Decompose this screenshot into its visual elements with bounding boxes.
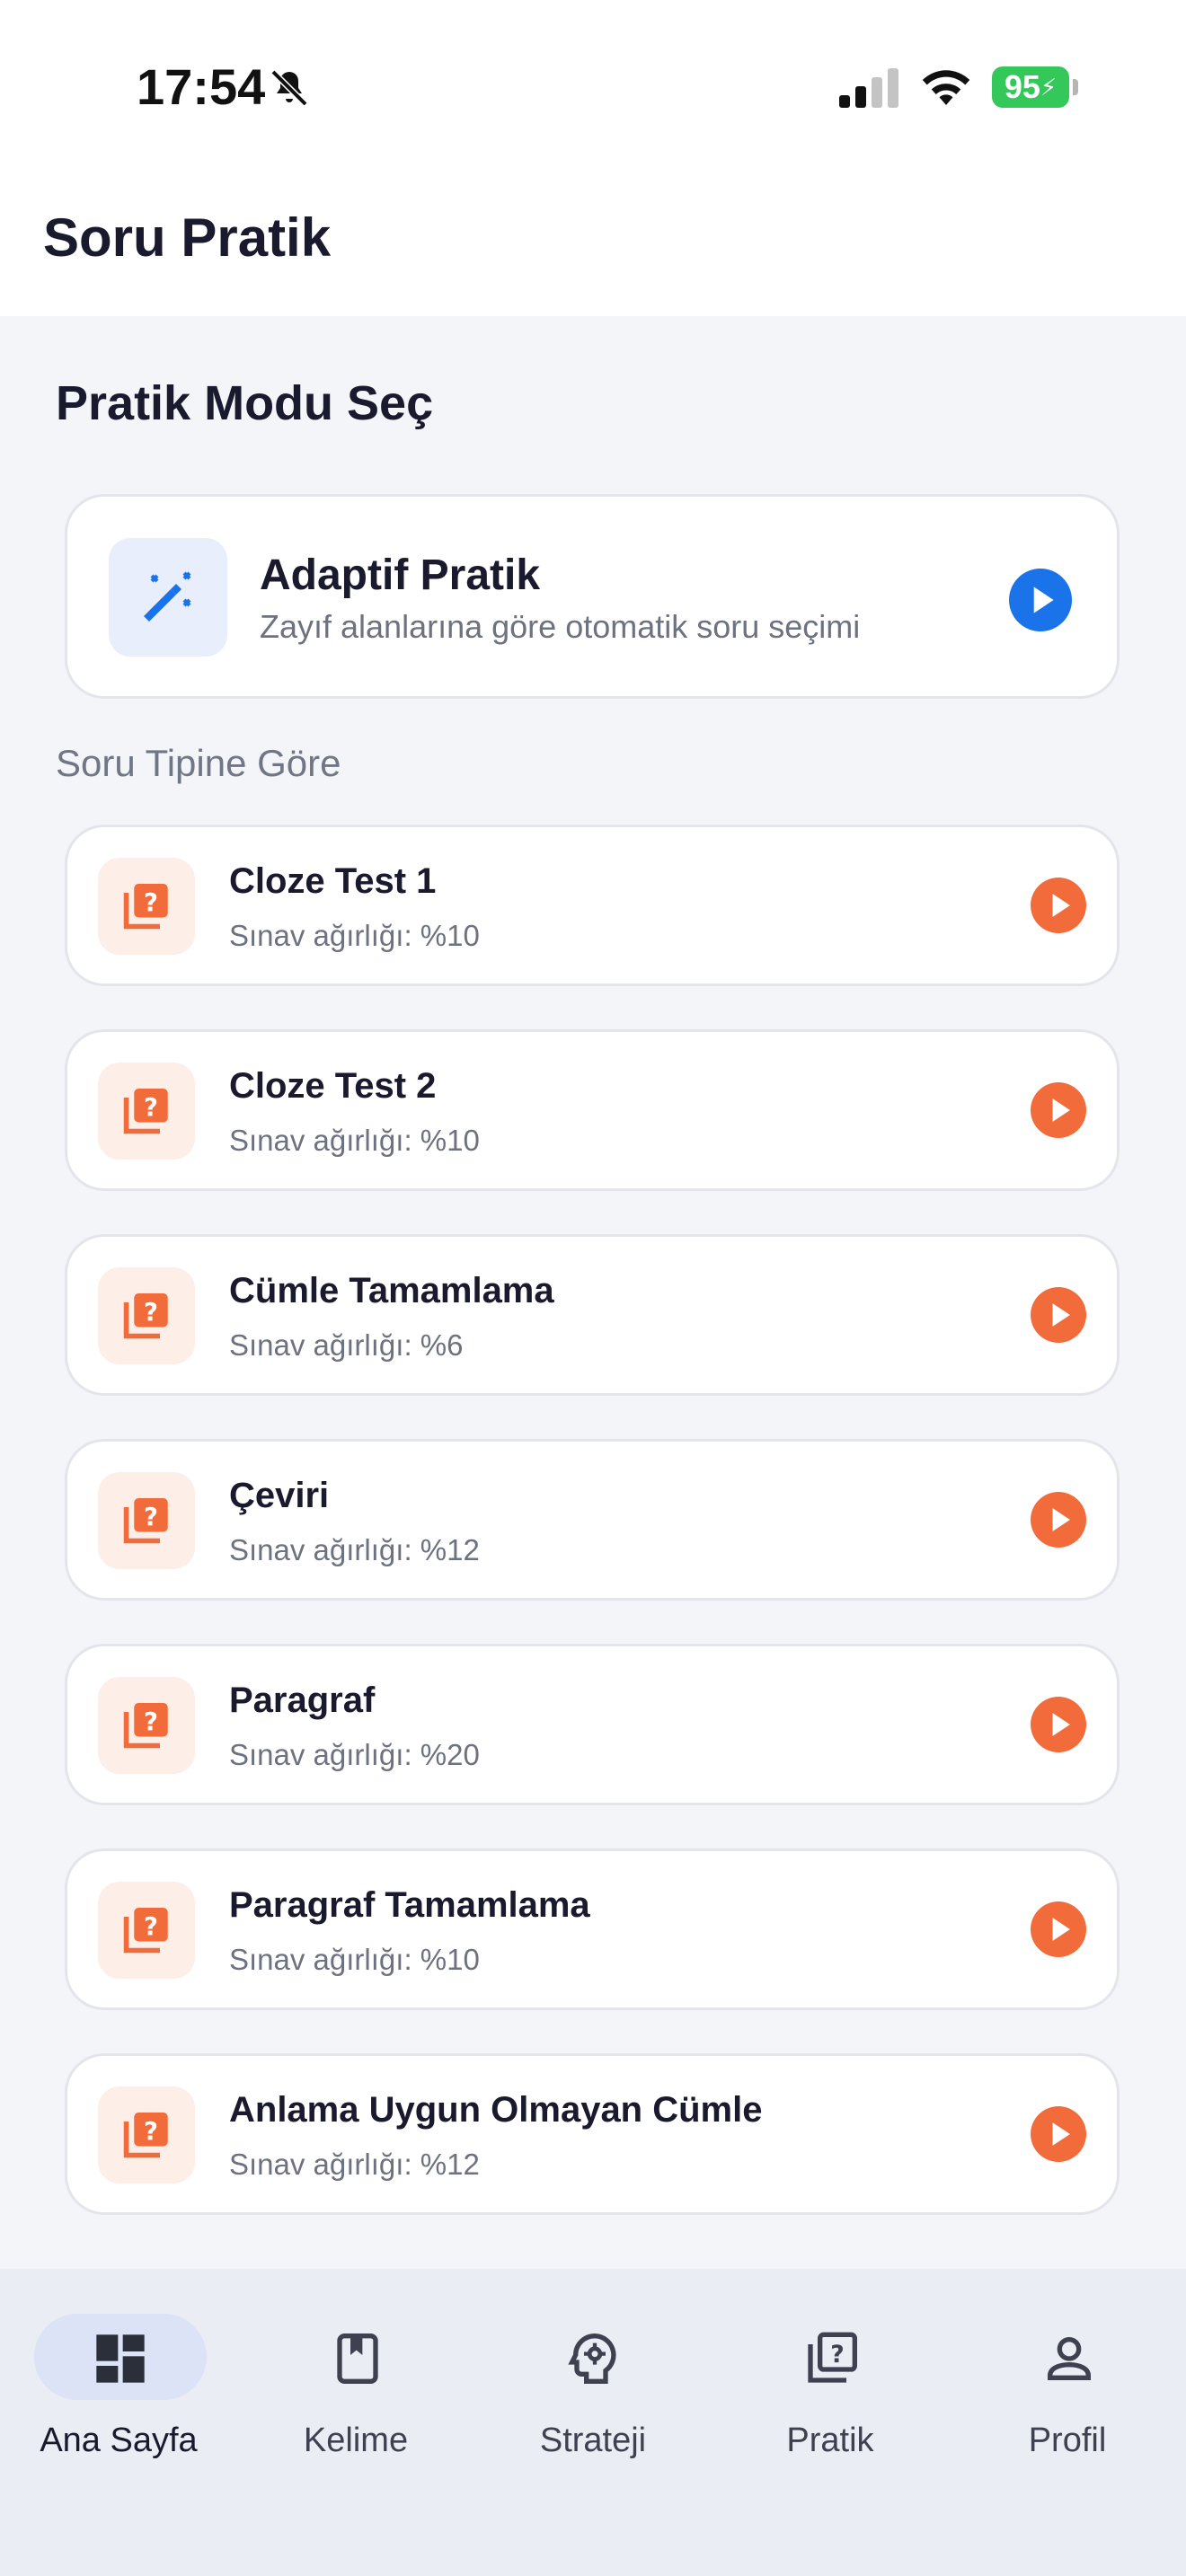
quiz-icon: ? xyxy=(123,884,168,930)
subsection-title: Soru Tipine Göre xyxy=(56,742,341,784)
nav-label: Profil xyxy=(1028,2422,1107,2459)
adaptive-title: Adaptif Pratik xyxy=(260,551,541,599)
svg-text:?: ? xyxy=(144,888,158,917)
play-icon[interactable] xyxy=(1031,1901,1086,1957)
practice-item[interactable]: ? Paragraf Tamamlama Sınav ağırlığı: %10 xyxy=(65,1848,1120,2010)
bolt-icon: ⚡ xyxy=(1040,73,1058,101)
svg-text:?: ? xyxy=(144,1298,158,1327)
wifi-icon xyxy=(922,70,970,105)
play-icon[interactable] xyxy=(1031,878,1086,933)
practice-item-title: Cümle Tamamlama xyxy=(229,1271,554,1310)
play-icon[interactable] xyxy=(1031,1082,1086,1138)
play-icon[interactable] xyxy=(1009,569,1072,631)
svg-text:?: ? xyxy=(830,2341,844,2369)
cellular-signal-icon xyxy=(839,68,898,108)
practice-item-weight: Sınav ağırlığı: %10 xyxy=(229,919,480,952)
quiz-icon-container: ? xyxy=(98,1677,195,1774)
svg-text:?: ? xyxy=(144,1503,158,1531)
play-icon[interactable] xyxy=(1031,1287,1086,1343)
nav-item-home[interactable]: Ana Sayfa xyxy=(11,2307,226,2477)
nav-item-kelime[interactable]: Kelime xyxy=(248,2307,464,2477)
quiz-icon-container: ? xyxy=(98,1267,195,1364)
play-icon[interactable] xyxy=(1031,1697,1086,1752)
quiz-icon-container: ? xyxy=(98,2086,195,2183)
nav-label: Pratik xyxy=(786,2422,874,2459)
quiz-icon-container: ? xyxy=(98,1063,195,1160)
play-icon[interactable] xyxy=(1031,2106,1086,2162)
bell-muted-icon xyxy=(270,69,308,107)
book-icon xyxy=(337,2333,378,2384)
app-header: Soru Pratik xyxy=(0,171,1186,316)
practice-item-weight: Sınav ağırlığı: %6 xyxy=(229,1328,464,1362)
bottom-nav: Ana Sayfa Kelime Strateji ? Pratik Profi… xyxy=(0,2269,1186,2576)
status-bar: 17:54 95 ⚡ xyxy=(0,0,1186,171)
practice-item[interactable]: ? Çeviri Sınav ağırlığı: %12 xyxy=(65,1439,1120,1601)
nav-item-pratik[interactable]: ? Pratik xyxy=(722,2307,938,2477)
practice-item-weight: Sınav ağırlığı: %12 xyxy=(229,1533,480,1566)
svg-text:?: ? xyxy=(144,1912,158,1941)
battery-level: 95 xyxy=(1004,68,1040,105)
quiz-icon: ? xyxy=(123,1908,168,1954)
practice-item-weight: Sınav ağırlığı: %10 xyxy=(229,1943,480,1976)
battery-cap xyxy=(1073,79,1078,95)
magic-wand-icon xyxy=(144,571,191,622)
practice-item-weight: Sınav ağırlığı: %12 xyxy=(229,2148,480,2181)
status-time: 17:54 xyxy=(137,58,266,115)
practice-item[interactable]: ? Cümle Tamamlama Sınav ağırlığı: %6 xyxy=(65,1234,1120,1396)
page-title: Soru Pratik xyxy=(43,207,332,268)
practice-item-title: Cloze Test 1 xyxy=(229,861,437,901)
dashboard-icon xyxy=(96,2334,145,2383)
battery-indicator: 95 ⚡ xyxy=(992,66,1069,108)
brain-icon xyxy=(568,2333,616,2384)
quiz-icon: ? xyxy=(123,1703,168,1749)
nav-label: Ana Sayfa xyxy=(40,2422,198,2459)
nav-label: Strateji xyxy=(539,2422,647,2459)
adaptive-practice-card[interactable]: Adaptif Pratik Zayıf alanlarına göre oto… xyxy=(65,494,1120,699)
practice-item-title: Paragraf Tamamlama xyxy=(229,1885,590,1925)
play-icon[interactable] xyxy=(1031,1492,1086,1548)
practice-item[interactable]: ? Cloze Test 1 Sınav ağırlığı: %10 xyxy=(65,825,1120,986)
adaptive-description: Zayıf alanlarına göre otomatik soru seçi… xyxy=(260,608,861,645)
svg-text:?: ? xyxy=(144,1707,158,1736)
quiz-icon: ? xyxy=(808,2332,857,2383)
quiz-icon: ? xyxy=(123,1293,168,1339)
practice-item-weight: Sınav ağırlığı: %20 xyxy=(229,1738,480,1771)
quiz-icon: ? xyxy=(123,1089,168,1134)
quiz-icon-container: ? xyxy=(98,858,195,955)
practice-item[interactable]: ? Anlama Uygun Olmayan Cümle Sınav ağırl… xyxy=(65,2053,1120,2215)
nav-label: Kelime xyxy=(303,2422,409,2459)
practice-item-title: Cloze Test 2 xyxy=(229,1066,437,1106)
svg-text:?: ? xyxy=(144,1093,158,1122)
practice-item-weight: Sınav ağırlığı: %10 xyxy=(229,1124,480,1157)
quiz-icon-container: ? xyxy=(98,1472,195,1569)
quiz-icon-container: ? xyxy=(98,1882,195,1979)
quiz-icon: ? xyxy=(123,1498,168,1544)
practice-item-title: Paragraf xyxy=(229,1681,376,1720)
practice-item[interactable]: ? Paragraf Sınav ağırlığı: %20 xyxy=(65,1644,1120,1805)
section-title: Pratik Modu Seç xyxy=(56,376,434,430)
practice-item-title: Anlama Uygun Olmayan Cümle xyxy=(229,2090,763,2130)
practice-item[interactable]: ? Cloze Test 2 Sınav ağırlığı: %10 xyxy=(65,1029,1120,1191)
person-icon xyxy=(1048,2337,1091,2380)
quiz-icon: ? xyxy=(123,2113,168,2158)
adaptive-icon-container xyxy=(109,538,227,657)
nav-item-profil[interactable]: Profil xyxy=(960,2307,1175,2477)
svg-text:?: ? xyxy=(144,2117,158,2146)
practice-item-title: Çeviri xyxy=(229,1476,330,1515)
nav-item-strateji[interactable]: Strateji xyxy=(485,2307,701,2477)
